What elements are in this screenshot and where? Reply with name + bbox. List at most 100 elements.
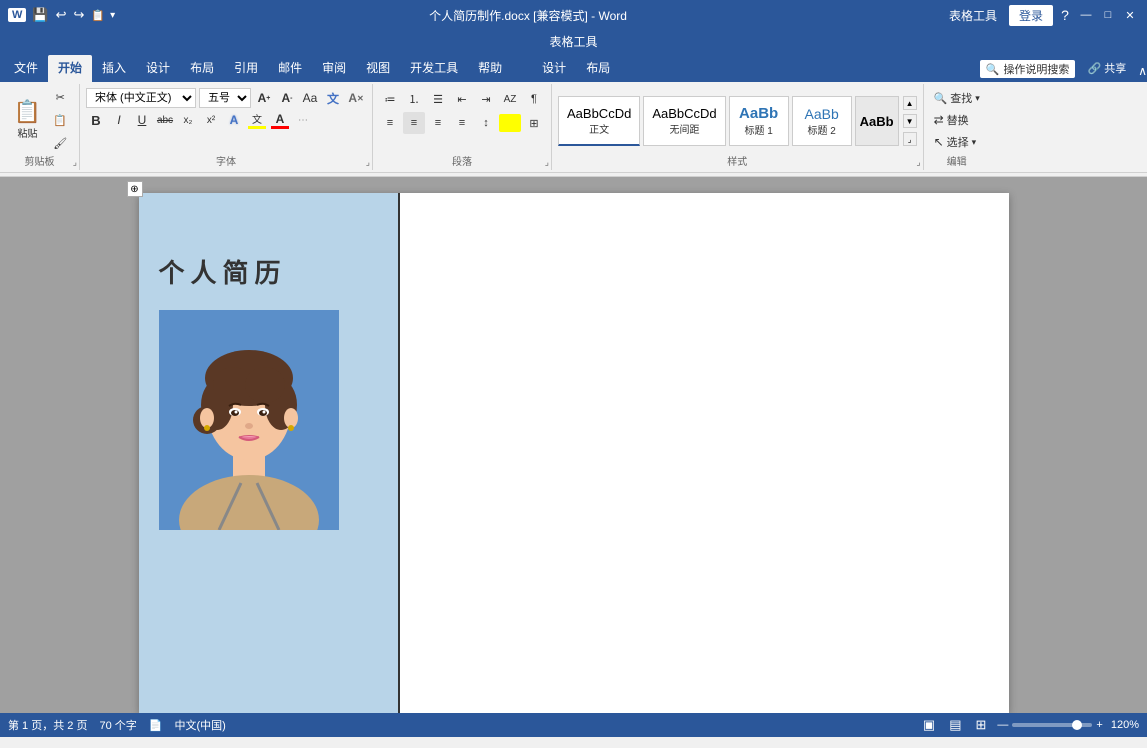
text-highlight-btn[interactable]: 文 [323,88,343,108]
styles-expand-btn[interactable]: ⌟ [916,157,920,168]
tab-design[interactable]: 设计 [136,55,180,82]
style-more-preview: AaBb [855,96,899,146]
justify-btn[interactable]: ≡ [451,112,473,134]
tab-insert[interactable]: 插入 [92,55,136,82]
styles-label: 样式 [552,153,923,168]
font-expand[interactable]: ⌟ [366,157,370,168]
decrease-indent-btn[interactable]: ⇤ [451,88,473,110]
shading-btn[interactable]: ⋯ [293,110,313,130]
view-read-btn[interactable]: ▤ [946,716,964,734]
paste-btn[interactable]: 📋 粘贴 [8,97,47,144]
maximize-btn[interactable]: □ [1099,6,1117,24]
zoom-thumb [1072,720,1082,730]
tab-mailings[interactable]: 邮件 [268,55,312,82]
style-heading1-preview: AaBb [739,105,778,122]
styles-section: AaBbCcDd 正文 AaBbCcDd 无间距 AaBb 标题 1 AaBb … [552,84,924,170]
bullets-btn[interactable]: ≔ [379,88,401,110]
copy-btn[interactable]: 📋 [49,109,71,131]
font-label: 字体 [80,153,372,168]
align-left-btn[interactable]: ≡ [379,112,401,134]
search-box[interactable]: 🔍 操作说明搜索 [980,60,1076,78]
replace-btn[interactable]: ⇄ 替换 [930,110,984,130]
tab-table-design[interactable]: 设计 [532,55,576,82]
touch-btn[interactable]: 📋 [89,7,107,24]
show-marks-btn[interactable]: ¶ [523,88,545,110]
login-button[interactable]: 登录 [1009,5,1053,26]
clipboard-expand[interactable]: ⌟ [73,157,77,168]
ribbon-collapse-btn[interactable]: ∧ [1138,64,1147,78]
table-move-handle[interactable]: ⊕ [127,181,143,197]
font-shrink-btn[interactable]: A- [277,88,297,108]
tab-file[interactable]: 文件 [4,55,48,82]
font-name-select[interactable]: 宋体 (中文正文) [86,88,196,108]
clear-format-btn[interactable]: A✕ [346,88,366,108]
tab-help[interactable]: 帮助 [468,55,512,82]
help-btn[interactable]: ? [1057,7,1073,23]
save-btn[interactable]: 💾 [30,5,50,25]
format-painter-btn[interactable]: 🖌 [49,132,71,154]
change-case-btn[interactable]: Aa [300,88,320,108]
close-btn[interactable]: ✕ [1121,6,1139,24]
increase-indent-btn[interactable]: ⇥ [475,88,497,110]
subscript-btn[interactable]: x₂ [178,110,198,130]
bold-btn[interactable]: B [86,110,106,130]
italic-btn[interactable]: I [109,110,129,130]
multilevel-btn[interactable]: ☰ [427,88,449,110]
align-right-btn[interactable]: ≡ [427,112,449,134]
zoom-level[interactable]: 120% [1111,719,1139,731]
table-tools-section-label: 表格工具 [549,33,597,50]
tab-home[interactable]: 开始 [48,55,92,82]
zoom-out-btn[interactable]: — [997,719,1008,731]
view-web-btn[interactable]: ⊞ [973,716,990,734]
table-cell-right [399,193,1009,713]
shading-color-btn[interactable] [499,114,521,132]
share-btn[interactable]: 🔗 共享 [1083,58,1130,78]
styles-scroll-up[interactable]: ▲ [903,96,917,110]
strikethrough-btn[interactable]: abc [155,110,175,130]
paragraph-expand[interactable]: ⌟ [545,157,549,168]
style-heading1[interactable]: AaBb 标题 1 [729,96,789,146]
font-grow-btn[interactable]: A+ [254,88,274,108]
highlight-color-bar [248,126,266,129]
status-bar: 第 1 页，共 2 页 70 个字 📄 中文(中国) ▣ ▤ ⊞ — + 120… [0,713,1147,737]
font-color-btn[interactable]: A [270,112,290,126]
font-size-select[interactable]: 五号 四号 三号 [199,88,251,108]
ribbon-toolbar: 📋 粘贴 ✂ 📋 🖌 剪贴板 ⌟ 宋体 (中文正文) 五号 四号 三号 A+ A… [0,82,1147,173]
tab-review[interactable]: 审阅 [312,55,356,82]
line-spacing-btn[interactable]: ↕ [475,112,497,134]
align-center-btn[interactable]: ≡ [403,112,425,134]
zoom-in-btn[interactable]: + [1096,719,1102,731]
find-btn[interactable]: 🔍 查找 ▾ [930,88,984,108]
tab-table-layout[interactable]: 布局 [576,55,620,82]
style-normal-preview: AaBbCcDd [567,106,631,121]
numbering-btn[interactable]: ⒈ [403,88,425,110]
text-effect-btn[interactable]: A [224,110,244,130]
word-icon[interactable]: W [8,8,26,22]
highlight-color-btn[interactable]: 文 [247,112,267,126]
styles-scroll-down[interactable]: ▼ [903,114,917,128]
styles-expand[interactable]: ⌟ [903,132,917,146]
borders-btn[interactable]: ⊞ [523,112,545,134]
view-print-btn[interactable]: ▣ [920,716,938,734]
style-heading2[interactable]: AaBb 标题 2 [792,96,852,146]
zoom-slider[interactable] [1012,723,1092,727]
style-no-space[interactable]: AaBbCcDd 无间距 [643,96,725,146]
status-right: ▣ ▤ ⊞ — + 120% [920,716,1139,734]
undo-btn[interactable]: ↩ [54,5,69,25]
tab-references[interactable]: 引用 [224,55,268,82]
superscript-btn[interactable]: x² [201,110,221,130]
select-label: 选择 [947,134,969,150]
cut-btn[interactable]: ✂ [49,86,71,108]
style-normal[interactable]: AaBbCcDd 正文 [558,96,640,146]
minimize-btn[interactable]: — [1077,6,1095,24]
tab-layout[interactable]: 布局 [180,55,224,82]
tab-view[interactable]: 视图 [356,55,400,82]
underline-btn[interactable]: U [132,110,152,130]
title-bar-right: 表格工具 登录 ? — □ ✕ [941,5,1139,26]
select-btn[interactable]: ↖ 选择 ▾ [930,132,984,152]
document-page: ⊕ 个人简历 [139,193,1009,713]
sort-btn[interactable]: AZ [499,88,521,110]
page-count: 第 1 页，共 2 页 [8,717,87,733]
redo-btn[interactable]: ↪ [71,5,86,25]
tab-developer[interactable]: 开发工具 [400,55,468,82]
